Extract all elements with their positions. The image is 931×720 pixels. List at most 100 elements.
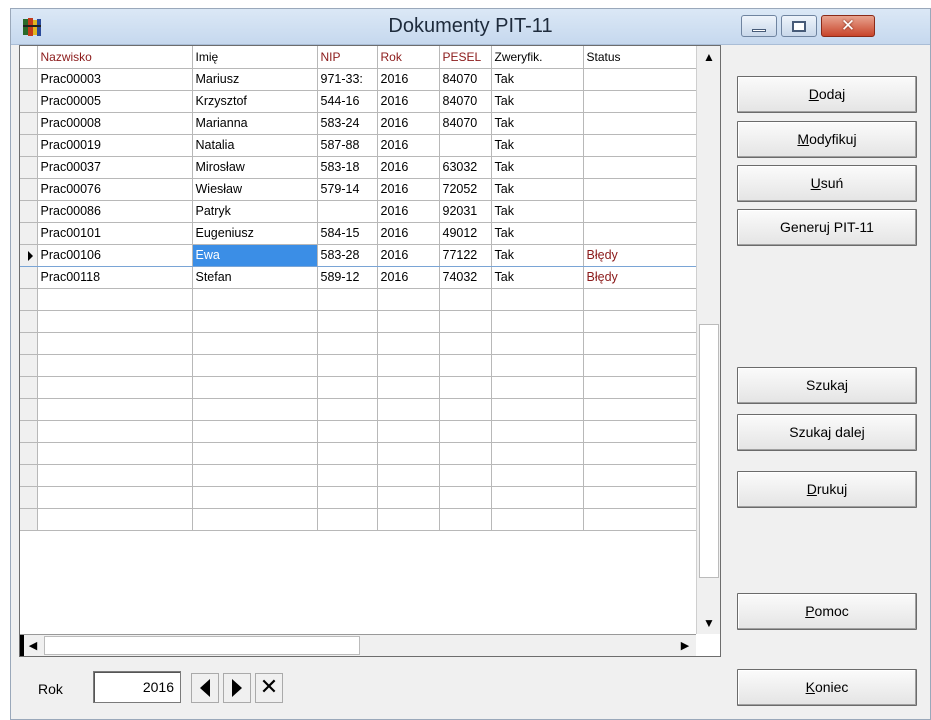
cell-zweryfik[interactable]: Tak [491,243,584,267]
cell-rok[interactable]: 2016 [377,112,440,135]
col-header-rok[interactable]: Rok [377,46,440,69]
cell-status[interactable]: Błędy [583,266,697,289]
cell-zweryfik[interactable]: Tak [491,222,584,245]
col-header-imie[interactable]: Imię [192,46,318,69]
cell-nip[interactable]: 584-15 [317,222,378,245]
table-row[interactable]: Prac00008 Marianna 583-24 2016 84070 Tak [20,112,697,135]
cell-rok[interactable]: 2016 [377,90,440,113]
cell-status[interactable]: Błędy [583,243,697,267]
table-row[interactable]: Prac00076 Wiesław 579-14 2016 72052 Tak [20,178,697,201]
col-header-nip[interactable]: NIP [317,46,378,69]
cell-status[interactable] [583,200,697,223]
table-row[interactable]: Prac00106 Ewa 583-28 2016 77122 Tak Błędy [20,243,697,267]
col-header-pesel[interactable]: PESEL [439,46,492,69]
cell-pesel[interactable]: 49012 [439,222,492,245]
cell-zweryfik[interactable]: Tak [491,266,584,289]
cell-rok[interactable]: 2016 [377,243,440,267]
cell-nazwisko[interactable]: Prac00008 [37,112,193,135]
cell-imie[interactable]: Wiesław [192,178,318,201]
row-indicator[interactable] [20,243,38,267]
cell-status[interactable] [583,178,697,201]
cell-nip[interactable]: 589-12 [317,266,378,289]
clear-year-button[interactable]: ✕ [255,673,283,703]
cell-nazwisko[interactable]: Prac00118 [37,266,193,289]
table-row[interactable]: Prac00003 Mariusz 971-33: 2016 84070 Tak [20,68,697,91]
vertical-scrollbar[interactable]: ▲ ▼ [696,46,720,634]
cell-pesel[interactable]: 77122 [439,243,492,267]
cell-zweryfik[interactable]: Tak [491,90,584,113]
horizontal-scrollbar[interactable]: ◀ ▶ [20,634,696,656]
row-indicator[interactable] [20,200,38,223]
table-row[interactable]: Prac00037 Mirosław 583-18 2016 63032 Tak [20,156,697,179]
cell-nip[interactable]: 587-88 [317,134,378,157]
modyfikuj-button[interactable]: Modyfikuj [737,121,917,158]
generuj-pit11-button[interactable]: Generuj PIT-11 [737,209,917,246]
cell-imie[interactable]: Mirosław [192,156,318,179]
cell-nip[interactable]: 971-33: [317,68,378,91]
cell-status[interactable] [583,90,697,113]
minimize-button[interactable] [741,15,777,37]
cell-rok[interactable]: 2016 [377,178,440,201]
scroll-left-button[interactable]: ◀ [20,635,42,656]
row-indicator[interactable] [20,90,38,113]
cell-rok[interactable]: 2016 [377,68,440,91]
cell-nazwisko[interactable]: Prac00037 [37,156,193,179]
rok-input[interactable]: 2016 [93,671,181,703]
scroll-right-button[interactable]: ▶ [674,635,696,656]
cell-nip[interactable]: 583-18 [317,156,378,179]
maximize-button[interactable] [781,15,817,37]
szukaj-dalej-button[interactable]: Szukaj dalej [737,414,917,451]
cell-imie[interactable]: Krzysztof [192,90,318,113]
cell-imie[interactable]: Natalia [192,134,318,157]
cell-nazwisko[interactable]: Prac00003 [37,68,193,91]
scroll-down-button[interactable]: ▼ [697,612,721,634]
row-indicator[interactable] [20,222,38,245]
koniec-button[interactable]: Koniec [737,669,917,706]
cell-imie[interactable]: Marianna [192,112,318,135]
cell-nazwisko[interactable]: Prac00076 [37,178,193,201]
cell-imie[interactable]: Patryk [192,200,318,223]
szukaj-button[interactable]: Szukaj [737,367,917,404]
cell-nip[interactable]: 579-14 [317,178,378,201]
cell-nazwisko[interactable]: Prac00106 [37,243,193,267]
cell-pesel[interactable]: 72052 [439,178,492,201]
cell-status[interactable] [583,112,697,135]
previous-year-button[interactable] [191,673,219,703]
usun-button[interactable]: Usuń [737,165,917,202]
cell-pesel[interactable]: 84070 [439,90,492,113]
cell-status[interactable] [583,156,697,179]
scroll-up-button[interactable]: ▲ [697,46,721,68]
cell-status[interactable] [583,68,697,91]
cell-imie[interactable]: Mariusz [192,68,318,91]
cell-imie[interactable]: Eugeniusz [192,222,318,245]
cell-pesel[interactable]: 84070 [439,112,492,135]
cell-pesel[interactable]: 63032 [439,156,492,179]
cell-nazwisko[interactable]: Prac00019 [37,134,193,157]
row-indicator[interactable] [20,178,38,201]
cell-nip[interactable]: 544-16 [317,90,378,113]
cell-zweryfik[interactable]: Tak [491,178,584,201]
table-row[interactable]: Prac00086 Patryk 2016 92031 Tak [20,200,697,223]
row-indicator[interactable] [20,266,38,289]
col-header-status[interactable]: Status [583,46,697,69]
cell-zweryfik[interactable]: Tak [491,134,584,157]
col-header-zweryfik[interactable]: Zweryfik. [491,46,584,69]
cell-zweryfik[interactable]: Tak [491,156,584,179]
pomoc-button[interactable]: Pomoc [737,593,917,630]
cell-nazwisko[interactable]: Prac00086 [37,200,193,223]
drukuj-button[interactable]: Drukuj [737,471,917,508]
row-indicator[interactable] [20,156,38,179]
cell-imie[interactable]: Stefan [192,266,318,289]
cell-rok[interactable]: 2016 [377,134,440,157]
cell-pesel[interactable]: 74032 [439,266,492,289]
col-header-nazwisko[interactable]: Nazwisko [37,46,193,69]
close-button[interactable]: ✕ [821,15,875,37]
cell-pesel[interactable]: 92031 [439,200,492,223]
cell-rok[interactable]: 2016 [377,200,440,223]
cell-zweryfik[interactable]: Tak [491,112,584,135]
cell-nip[interactable]: 583-28 [317,243,378,267]
cell-nazwisko[interactable]: Prac00005 [37,90,193,113]
cell-nip[interactable]: 583-24 [317,112,378,135]
dodaj-button[interactable]: Dodaj [737,76,917,113]
row-indicator[interactable] [20,112,38,135]
